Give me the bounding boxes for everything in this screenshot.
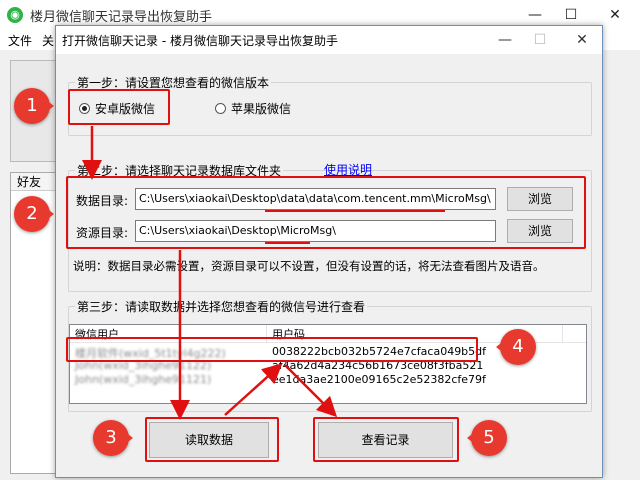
highlight-directory-fields xyxy=(66,176,586,249)
menu-about[interactable]: 关 xyxy=(42,32,54,49)
table-row[interactable]: John(wxid_3ihghe91121) ee1da3ae2100e0916… xyxy=(70,373,586,387)
dialog-title: 打开微信聊天记录 - 楼月微信聊天记录导出恢复助手 xyxy=(62,34,338,48)
app-logo-icon: ◉ xyxy=(7,7,23,23)
friends-list-header: 好友 xyxy=(11,173,59,191)
main-window-title: 楼月微信聊天记录导出恢复助手 xyxy=(30,10,213,25)
column-separator[interactable] xyxy=(562,325,563,342)
dialog-close-button[interactable]: ✕ xyxy=(568,29,596,51)
highlight-android-option xyxy=(68,89,170,125)
main-minimize-button[interactable]: — xyxy=(520,4,550,26)
step-badge-2: 2 xyxy=(14,196,54,232)
highlight-view-button xyxy=(313,417,459,462)
step2-note: 说明：数据目录必需设置，资源目录可以不设置，但没有设置的话，将无法查看图片及语音… xyxy=(73,259,545,273)
row-code: ee1da3ae2100e09165c2e52382cfe79f xyxy=(272,373,486,386)
step-badge-5: 5 xyxy=(467,420,507,456)
highlight-read-button xyxy=(145,417,279,462)
menu-file[interactable]: 文件 xyxy=(8,32,32,49)
ios-radio-label[interactable]: 苹果版微信 xyxy=(231,100,291,117)
step3-label: 第三步：请读取数据并选择您想查看的微信号进行查看 xyxy=(75,298,368,315)
row-user: John(wxid_3ihghe91121) xyxy=(75,373,212,386)
highlight-account-row xyxy=(66,337,478,362)
step-badge-3: 3 xyxy=(93,420,133,456)
step-badge-4: 4 xyxy=(496,329,536,365)
main-close-button[interactable]: ✕ xyxy=(600,4,630,26)
main-maximize-button[interactable]: ☐ xyxy=(556,4,586,26)
ios-radio[interactable] xyxy=(215,103,226,114)
step-badge-1: 1 xyxy=(14,88,54,124)
dialog-minimize-button[interactable]: — xyxy=(491,29,519,51)
dialog-titlebar: 打开微信聊天记录 - 楼月微信聊天记录导出恢复助手 — ☐ ✕ xyxy=(56,26,602,54)
dialog-maximize-button[interactable]: ☐ xyxy=(526,29,554,51)
